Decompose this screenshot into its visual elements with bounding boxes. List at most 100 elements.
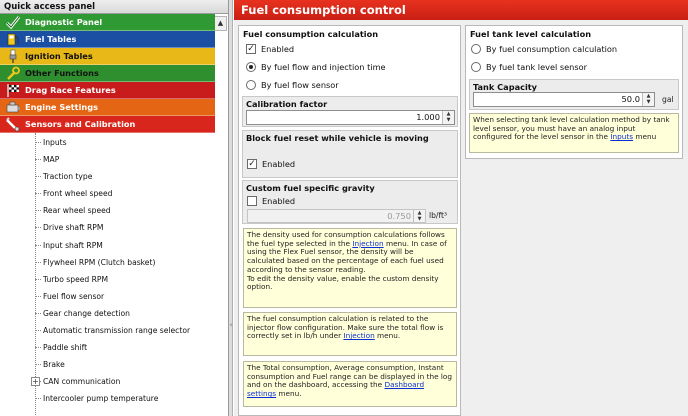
injection-link[interactable]: Injection xyxy=(343,331,374,341)
fuel-pump-icon xyxy=(7,33,19,46)
radio-circle xyxy=(246,79,256,90)
radio-label: By fuel consumption calculation xyxy=(486,44,618,54)
tree-item-input-shaft-rpm[interactable]: Input shaft RPM xyxy=(0,237,228,254)
radio-tank-by-consumption[interactable]: By fuel consumption calculation xyxy=(471,43,618,55)
tree-item-can-communication[interactable]: + CAN communication xyxy=(0,373,228,390)
tree-item-gear-change-detection[interactable]: Gear change detection xyxy=(0,305,228,322)
block-fuel-reset-title: Block fuel reset while vehicle is moving xyxy=(246,133,429,143)
checkbox-label: Enabled xyxy=(262,196,296,206)
inputs-link[interactable]: Inputs xyxy=(610,132,633,142)
page-title: Fuel consumption control xyxy=(234,0,688,20)
category-diagnostic-panel[interactable]: Diagnostic Panel xyxy=(0,14,215,31)
tree-item-front-wheel-speed[interactable]: Front wheel speed xyxy=(0,185,228,202)
spin-value: 0.750 xyxy=(387,211,411,221)
radio-label: By fuel flow and injection time xyxy=(261,62,386,72)
custom-gravity-title: Custom fuel specific gravity xyxy=(246,183,375,193)
category-sensors-and-calibration[interactable]: Sensors and Calibration xyxy=(0,116,215,133)
block-reset-enabled-checkbox[interactable]: ✓ Enabled xyxy=(247,158,296,170)
radio-tank-by-sensor[interactable]: By fuel tank level sensor xyxy=(471,61,588,73)
radio-circle xyxy=(246,61,256,72)
tree-item-inputs[interactable]: Inputs xyxy=(0,134,228,151)
quick-access-title: Quick access panel xyxy=(0,0,228,14)
note-text: menu xyxy=(633,132,657,142)
dashboard-info-note: The Total consumption, Average consumpti… xyxy=(243,361,457,407)
gravity-value-input[interactable]: 0.750 ▲ ▼ xyxy=(247,209,426,223)
tree-item-fuel-flow-sensor[interactable]: Fuel flow sensor xyxy=(0,288,228,305)
gravity-unit: lb/ft³ xyxy=(429,211,448,220)
radio-circle xyxy=(471,61,481,72)
consumption-enabled-checkbox[interactable]: ✓ Enabled xyxy=(246,43,295,55)
tank-capacity-box: Tank Capacity 50.0 ▲ ▼ gal xyxy=(469,79,679,110)
radio-label: By fuel tank level sensor xyxy=(486,62,588,72)
radio-flow-sensor[interactable]: By fuel flow sensor xyxy=(246,79,339,91)
note-text: menu. xyxy=(374,331,401,341)
sensors-tree: Inputs MAP Traction type Front wheel spe… xyxy=(0,133,228,416)
category-label: Ignition Tables xyxy=(25,51,93,61)
tree-item-paddle-shift[interactable]: Paddle shift xyxy=(0,339,228,356)
category-engine-settings[interactable]: Engine Settings xyxy=(0,99,215,116)
checkbox-box: ✓ xyxy=(247,158,257,169)
category-label: Engine Settings xyxy=(25,102,98,112)
tree-item-label: CAN communication xyxy=(43,377,121,387)
spin-arrows-icon[interactable]: ▲ ▼ xyxy=(642,93,654,106)
tree-item-flywheel-rpm[interactable]: Flywheel RPM (Clutch basket) xyxy=(0,254,228,271)
tree-item-drive-shaft-rpm[interactable]: Drive shaft RPM xyxy=(0,219,228,236)
tree-item-intercooler-pump-temperature[interactable]: Intercooler pump temperature xyxy=(0,390,228,407)
note-text: menu. xyxy=(276,389,302,399)
fuel-consumption-title: Fuel consumption calculation xyxy=(243,29,379,39)
panel-splitter[interactable] xyxy=(229,0,233,416)
tank-capacity-input[interactable]: 50.0 ▲ ▼ xyxy=(473,92,655,107)
quick-access-panel: Quick access panel ▲ Diagnostic Panel Fu… xyxy=(0,0,229,416)
tree-item-brake[interactable]: Brake xyxy=(0,356,228,373)
engine-icon xyxy=(6,101,20,113)
spin-arrows-icon[interactable]: ▲ ▼ xyxy=(442,111,454,124)
collapse-arrow-icon[interactable]: ‹ xyxy=(229,318,233,332)
injection-link[interactable]: Injection xyxy=(352,239,383,248)
radio-circle xyxy=(471,43,481,54)
custom-gravity-box: Custom fuel specific gravity Enabled 0.7… xyxy=(242,180,458,224)
radio-flow-injection[interactable]: By fuel flow and injection time xyxy=(246,61,386,73)
density-info-note: The density used for consumption calcula… xyxy=(243,228,457,308)
tank-capacity-unit: gal xyxy=(662,95,674,104)
category-ignition-tables[interactable]: Ignition Tables xyxy=(0,48,215,65)
category-label: Fuel Tables xyxy=(25,34,77,44)
tank-capacity-label: Tank Capacity xyxy=(473,82,538,92)
tree-item-map[interactable]: MAP xyxy=(0,151,228,168)
scroll-up-button[interactable]: ▲ xyxy=(214,16,227,31)
category-fuel-tables[interactable]: Fuel Tables xyxy=(0,31,215,48)
radio-label: By fuel flow sensor xyxy=(261,80,339,90)
spark-plug-icon xyxy=(9,49,17,63)
category-label: Diagnostic Panel xyxy=(25,17,103,27)
checkmark-icon xyxy=(5,16,21,30)
tree-item-turbo-speed-rpm[interactable]: Turbo speed RPM xyxy=(0,271,228,288)
calibration-factor-input[interactable]: 1.000 ▲ ▼ xyxy=(246,110,455,125)
note-text: To edit the density value, enable the cu… xyxy=(247,273,439,292)
fuel-consumption-panel: Fuel consumption calculation ✓ Enabled By… xyxy=(238,25,461,416)
wrench-icon xyxy=(7,66,20,80)
sensor-icon xyxy=(6,117,20,132)
category-other-functions[interactable]: Other Functions xyxy=(0,65,215,82)
category-label: Sensors and Calibration xyxy=(25,119,136,129)
fuel-tank-panel: Fuel tank level calculation By fuel cons… xyxy=(465,25,683,159)
calibration-factor-label: Calibration factor xyxy=(246,99,328,109)
tree-item-traction-type[interactable]: Traction type xyxy=(0,168,228,185)
injector-flow-note: The fuel consumption calculation is rela… xyxy=(243,312,457,356)
spin-arrows-icon[interactable]: ▲ ▼ xyxy=(413,210,425,222)
main-content: Fuel consumption control Fuel consumptio… xyxy=(234,0,688,416)
fuel-tank-title: Fuel tank level calculation xyxy=(470,29,592,39)
tank-sensor-note: When selecting tank level calculation me… xyxy=(469,113,679,153)
checkbox-box: ✓ xyxy=(246,43,256,54)
tree-item-automatic-transmission-range-selector[interactable]: Automatic transmission range selector xyxy=(0,322,228,339)
category-drag-race-features[interactable]: Drag Race Features xyxy=(0,82,215,99)
checkered-flag-icon xyxy=(7,84,19,97)
checkbox-label: Enabled xyxy=(261,44,295,54)
block-fuel-reset-box: Block fuel reset while vehicle is moving… xyxy=(242,130,458,178)
category-label: Other Functions xyxy=(25,68,99,78)
calibration-factor-box: Calibration factor 1.000 ▲ ▼ xyxy=(242,96,458,127)
category-label: Drag Race Features xyxy=(25,85,116,95)
checkbox-label: Enabled xyxy=(262,159,296,169)
spin-value: 1.000 xyxy=(416,112,440,122)
tree-item-rear-wheel-speed[interactable]: Rear wheel speed xyxy=(0,202,228,219)
gravity-enabled-checkbox[interactable]: Enabled xyxy=(247,195,296,207)
expand-icon[interactable]: + xyxy=(31,377,40,387)
